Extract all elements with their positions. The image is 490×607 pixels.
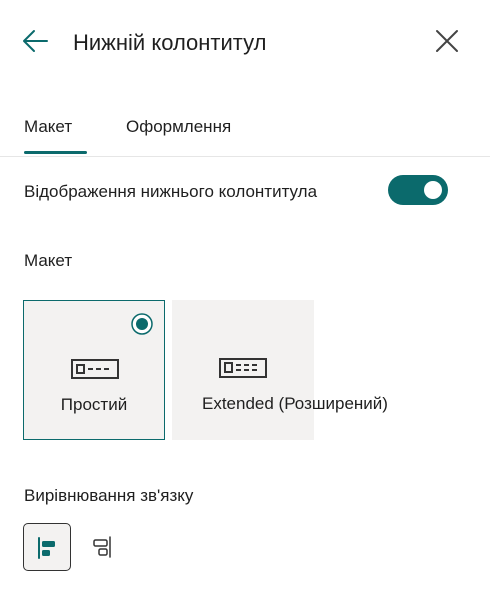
panel-header: Нижній колонтитул (0, 0, 490, 90)
align-left-button[interactable] (23, 523, 71, 571)
footer-visibility-label: Відображення нижнього колонтитула (24, 182, 318, 201)
panel-title: Нижній колонтитул (73, 30, 267, 55)
tab-design[interactable]: Оформлення (126, 117, 231, 137)
close-icon (436, 30, 458, 52)
extended-footer-icon (219, 358, 267, 378)
footer-visibility-toggle[interactable] (388, 175, 448, 205)
close-button[interactable] (435, 29, 459, 53)
radio-selected-icon (131, 313, 153, 335)
active-tab-indicator (24, 151, 87, 154)
toggle-knob (424, 181, 442, 199)
tab-bar: Макет Оформлення (0, 108, 490, 157)
align-left-icon (38, 537, 55, 559)
tab-layout[interactable]: Макет (24, 117, 72, 137)
align-right-icon (93, 536, 111, 558)
layout-option-extended-label: Extended (Розширений) (202, 394, 388, 413)
arrow-left-icon (23, 30, 48, 52)
layout-section-label: Макет (24, 251, 73, 270)
align-right-button[interactable] (77, 523, 125, 571)
layout-option-simple[interactable]: Простий (23, 300, 165, 440)
back-button[interactable] (20, 28, 50, 54)
layout-option-extended[interactable]: Extended (Розширений) (172, 300, 388, 440)
simple-footer-icon (71, 359, 119, 379)
layout-option-simple-label: Простий (60, 395, 128, 414)
link-alignment-label: Вирівнювання зв'язку (24, 486, 194, 505)
